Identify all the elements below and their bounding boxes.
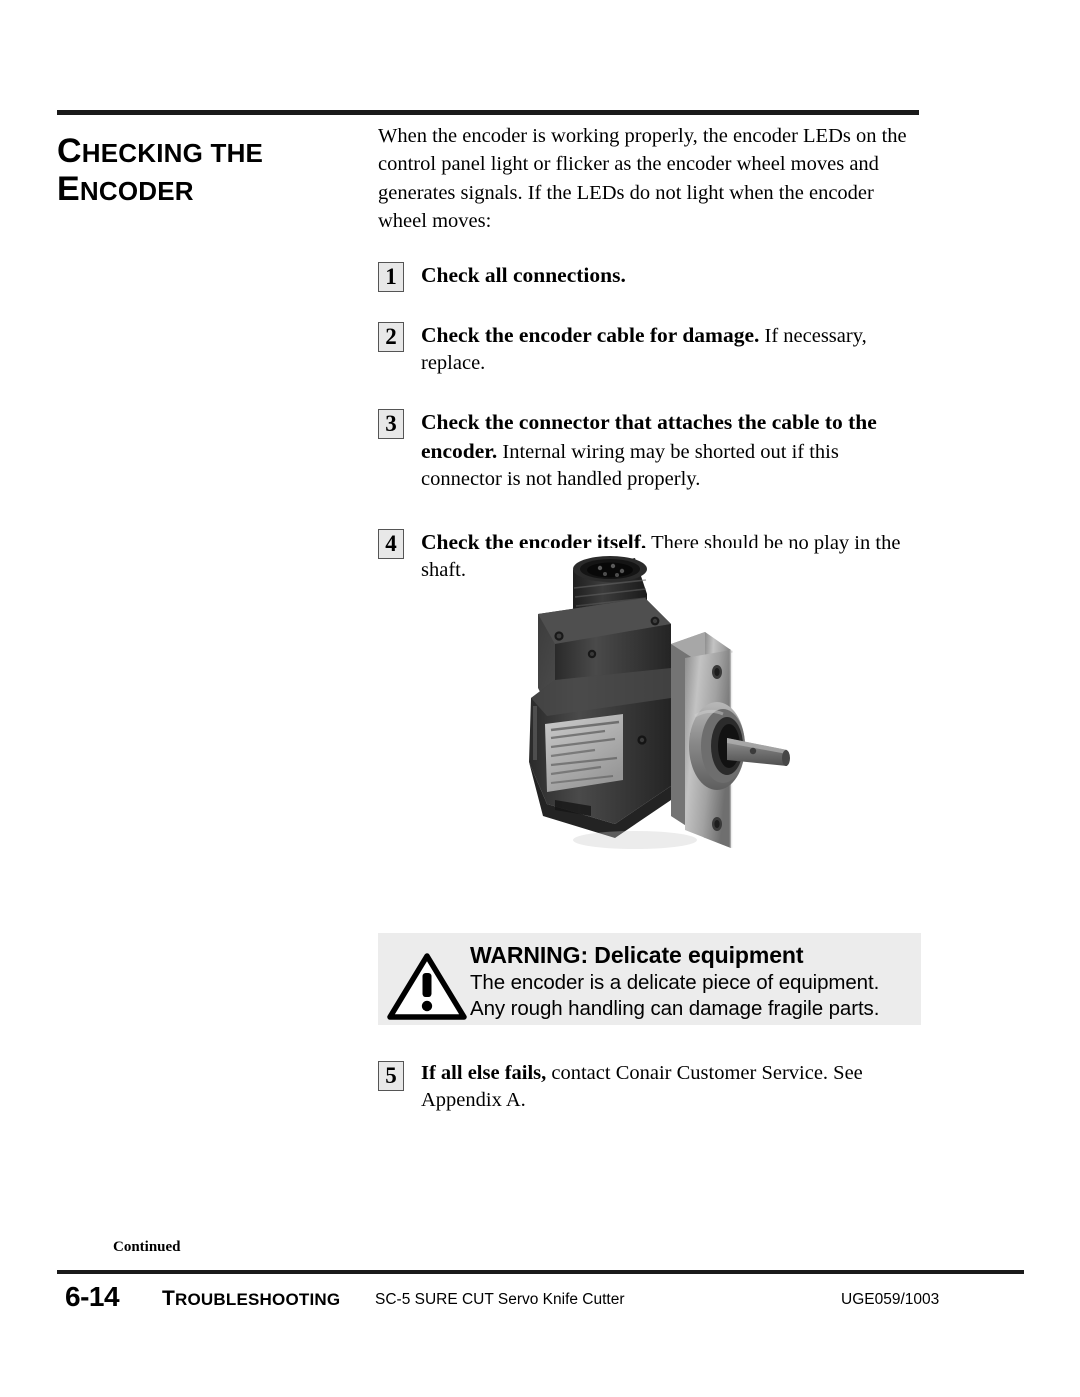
page-title: CHECKING THE ENCODER [57, 132, 357, 208]
manual-page: CHECKING THE ENCODER When the encoder is… [0, 0, 1080, 1397]
page-title-line-1-rest: HECKING THE [81, 138, 264, 168]
page-title-line-1-capital: C [57, 132, 82, 170]
step-number-badge: 1 [378, 262, 404, 293]
page-title-line-2-capital: E [57, 170, 80, 209]
warning-line-2: Any rough handling can damage fragile pa… [470, 997, 880, 1021]
footer-rule [57, 1270, 1024, 1274]
warning-triangle-icon [386, 951, 468, 1021]
step-item: 2 Check the encoder cable for damage. If… [378, 321, 923, 378]
warning-box: WARNING: Delicate equipment The encoder … [378, 933, 921, 1025]
step-number-badge: 4 [378, 528, 404, 559]
continued-note: Continued [113, 1239, 181, 1255]
intro-paragraph: When the encoder is working properly, th… [378, 125, 907, 232]
step-number-badge: 3 [378, 408, 404, 439]
footer-section-rest: ROUBLESHOOTING [175, 1290, 341, 1309]
warning-line-1: The encoder is a delicate piece of equip… [470, 971, 880, 995]
warning-text-group: WARNING: Delicate equipment The encoder … [470, 941, 915, 1022]
step-number-badge: 5 [378, 1061, 404, 1091]
content-column: When the encoder is working properly, th… [378, 122, 923, 585]
encoder-photo [495, 548, 795, 878]
step-bold-text: If all else fails, [421, 1062, 547, 1084]
footer-model-name: SC-5 SURE CUT Servo Knife Cutter [375, 1291, 625, 1308]
page-title-line-2-rest: NCODER [79, 176, 194, 207]
page-number: 6-14 [65, 1281, 120, 1312]
header-rule [57, 110, 919, 115]
step-item: 5 If all else fails, contact Conair Cust… [378, 1060, 923, 1115]
warning-title: WARNING: Delicate equipment [470, 942, 804, 968]
page-title-line-1: CHECKING THE [57, 132, 357, 170]
page-title-line-2: ENCODER [57, 170, 357, 208]
step-bold-text: Check all connections. [421, 263, 626, 288]
encoder-body [529, 668, 671, 838]
step-item: 3 Check the connector that attaches the … [378, 408, 923, 494]
step-number-badge: 2 [378, 321, 404, 352]
step-bold-text: Check the encoder cable for damage. [421, 322, 760, 347]
encoder-label [545, 714, 623, 792]
footer-document-code: UGE059/1003 [841, 1291, 940, 1308]
page-footer: 6-14 TROUBLESHOOTING SC-5 SURE CUT Servo… [57, 1281, 1024, 1317]
footer-section-capital: T [162, 1287, 176, 1310]
footer-section-name: TROUBLESHOOTING [162, 1287, 340, 1311]
step-item: 1 Check all connections. [378, 261, 923, 293]
